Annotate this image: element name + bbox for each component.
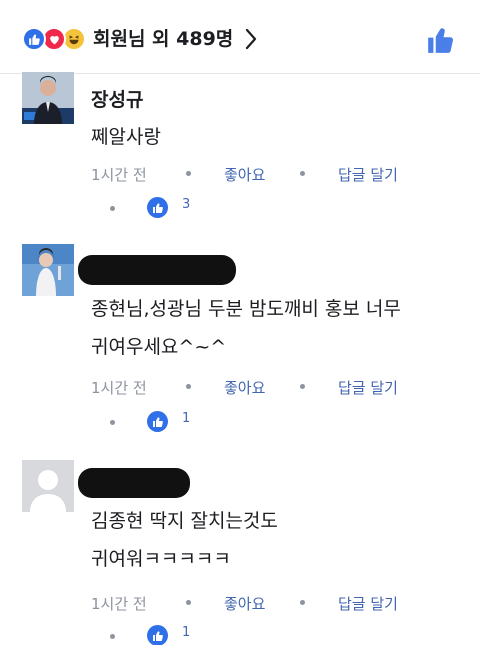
- like-comment-button[interactable]: 좋아요: [224, 164, 265, 185]
- separator-dot: [110, 420, 115, 425]
- like-post-icon[interactable]: [426, 26, 456, 54]
- reply-button[interactable]: 답글 달기: [338, 164, 398, 185]
- avatar[interactable]: [22, 460, 74, 512]
- separator-dot: [110, 206, 115, 211]
- comment-author[interactable]: 장성규: [91, 85, 143, 112]
- comment-time: 1시간 전: [91, 166, 147, 184]
- comment-text-line-2: 귀여워ㅋㅋㅋㅋㅋ: [91, 548, 231, 570]
- separator-dot: [186, 600, 191, 605]
- avatar[interactable]: [22, 244, 74, 296]
- comment-text-line-1: 김종현 딱지 잘치는것도: [91, 510, 278, 532]
- reactions-summary-bar[interactable]: 회원님 외 489명: [0, 0, 480, 74]
- comment-text-line-1: 쩨알사랑: [91, 126, 161, 148]
- reaction-icons: [22, 27, 88, 51]
- comment-time: 1시간 전: [91, 379, 147, 397]
- reactors-summary-text[interactable]: 회원님 외 489명: [93, 27, 233, 51]
- chevron-right-icon[interactable]: [244, 28, 258, 50]
- redacted-author-name: [78, 468, 190, 498]
- reply-button[interactable]: 답글 달기: [338, 377, 398, 398]
- avatar[interactable]: [22, 72, 74, 124]
- like-icon: [147, 411, 168, 432]
- like-icon: [147, 197, 168, 218]
- comment-text-line-2: 귀여우세요^~^: [91, 336, 227, 358]
- comment-text-line-1: 종현님,성광님 두분 밤도깨비 홍보 너무: [91, 298, 401, 320]
- separator-dot: [300, 171, 305, 176]
- separator-dot: [110, 634, 115, 639]
- reaction-count: 3: [182, 197, 191, 212]
- like-icon: [22, 27, 46, 51]
- reaction-count: 1: [182, 625, 191, 640]
- separator-dot: [300, 384, 305, 389]
- comment-reactions[interactable]: 1: [110, 411, 210, 433]
- like-icon: [147, 625, 168, 645]
- reply-button[interactable]: 답글 달기: [338, 593, 398, 614]
- comment-reactions[interactable]: 3: [110, 197, 210, 219]
- comment-meta: 1시간 전 좋아요 답글 달기: [91, 377, 431, 397]
- redacted-author-name: [78, 255, 236, 285]
- separator-dot: [300, 600, 305, 605]
- comment-item: 종현님,성광님 두분 밤도깨비 홍보 너무 귀여우세요^~^ 1시간 전 좋아요…: [0, 244, 480, 439]
- comment-item: 김종현 딱지 잘치는것도 귀여워ㅋㅋㅋㅋㅋ 1시간 전 좋아요 답글 달기 1: [0, 460, 480, 645]
- comment-item: 장성규 쩨알사랑 1시간 전 좋아요 답글 달기 3: [0, 72, 480, 227]
- reaction-count: 1: [182, 411, 191, 426]
- like-comment-button[interactable]: 좋아요: [224, 593, 265, 614]
- comment-meta: 1시간 전 좋아요 답글 달기: [91, 593, 431, 613]
- like-comment-button[interactable]: 좋아요: [224, 377, 265, 398]
- separator-dot: [186, 171, 191, 176]
- comment-time: 1시간 전: [91, 595, 147, 613]
- separator-dot: [186, 384, 191, 389]
- comment-reactions[interactable]: 1: [110, 625, 210, 645]
- comment-meta: 1시간 전 좋아요 답글 달기: [91, 164, 431, 184]
